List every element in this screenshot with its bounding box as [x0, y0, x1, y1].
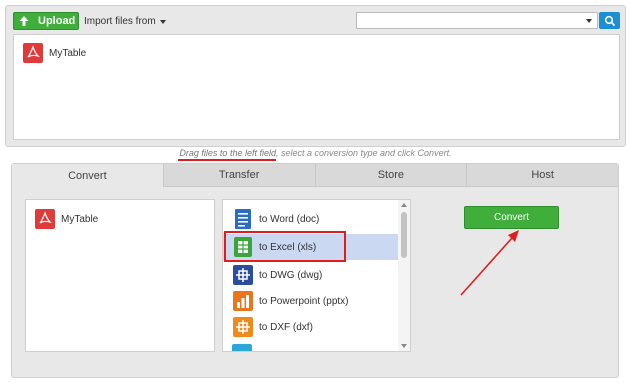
conversion-option-powerpoint[interactable]: to Powerpoint (pptx): [223, 288, 399, 314]
conversion-option-label: to Word (doc): [259, 213, 320, 225]
drag-hint: Drag files to the left field, select a c…: [0, 148, 631, 158]
source-file-list[interactable]: MyTable: [25, 199, 215, 352]
conversion-panel: Convert Transfer Store Host MyTable to W…: [11, 163, 619, 378]
upload-panel: Upload Import files from MyTable: [5, 5, 626, 147]
pdf-icon: [23, 43, 43, 63]
powerpoint-icon: [232, 290, 254, 312]
upload-button[interactable]: Upload: [13, 12, 79, 30]
conversion-option-dxf[interactable]: to DXF (dxf): [223, 314, 399, 340]
highlight-underline: [178, 159, 276, 161]
scroll-up-icon[interactable]: [401, 203, 407, 207]
scroll-down-icon[interactable]: [401, 344, 407, 348]
conversion-option-label: to Powerpoint (pptx): [259, 295, 349, 307]
convert-button[interactable]: Convert: [464, 206, 559, 229]
search-dropdown-icon[interactable]: [586, 19, 592, 23]
search-input[interactable]: [356, 12, 598, 29]
drag-hint-emphasis: Drag files to the left field: [179, 148, 276, 158]
search-button[interactable]: [599, 12, 620, 29]
conversion-option-label: to DWG (dwg): [259, 269, 323, 281]
tab-bar: Convert Transfer Store Host: [12, 164, 618, 187]
file-drop-zone[interactable]: MyTable: [13, 34, 620, 140]
search-icon: [604, 15, 615, 26]
file-name: MyTable: [49, 47, 87, 59]
word-doc-icon: [232, 208, 254, 230]
file-item[interactable]: MyTable: [23, 43, 86, 63]
dxf-icon: [232, 316, 254, 338]
tab-transfer[interactable]: Transfer: [162, 164, 315, 187]
conversion-type-list[interactable]: to Word (doc) to Excel (xls) to DWG (dwg…: [222, 199, 411, 352]
conversion-option-word[interactable]: to Word (doc): [223, 206, 399, 232]
selection-highlight-box: [224, 231, 346, 262]
source-file-item[interactable]: MyTable: [35, 209, 98, 229]
import-label: Import files from: [84, 16, 156, 27]
upload-arrow-icon: [16, 13, 32, 29]
conversion-option-dwg[interactable]: to DWG (dwg): [223, 262, 399, 288]
tab-convert[interactable]: Convert: [12, 164, 163, 187]
pdf-icon: [35, 209, 55, 229]
drag-hint-rest: , select a conversion type and click Con…: [275, 148, 452, 158]
source-file-name: MyTable: [61, 213, 99, 225]
chevron-down-icon: [159, 19, 166, 24]
scroll-thumb[interactable]: [401, 212, 407, 258]
tab-host[interactable]: Host: [466, 164, 618, 187]
dwg-icon: [232, 264, 254, 286]
tab-store[interactable]: Store: [314, 164, 467, 187]
next-option-icon: [232, 344, 252, 351]
upload-label: Upload: [38, 15, 76, 27]
conversion-option-label: to DXF (dxf): [259, 321, 313, 333]
import-files-dropdown[interactable]: Import files from: [84, 16, 166, 27]
list-scrollbar[interactable]: [398, 200, 410, 351]
